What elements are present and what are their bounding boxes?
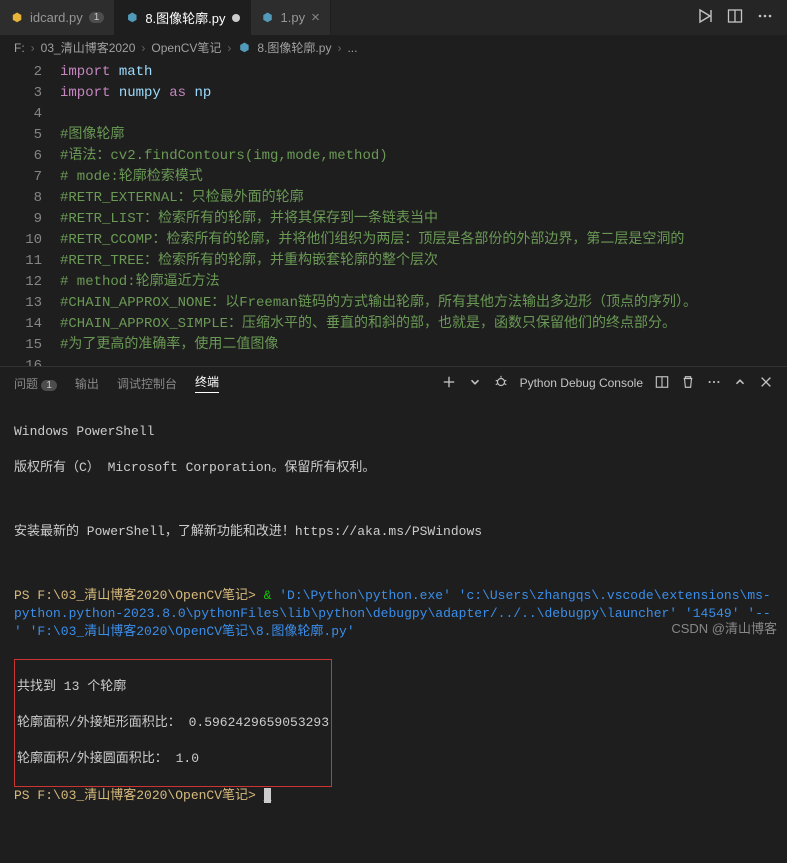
crumb[interactable]: F: — [14, 41, 25, 55]
line-number: 10 — [0, 230, 60, 251]
tab-1py[interactable]: ⬢ 1.py × — [251, 0, 331, 35]
line-number: 4 — [0, 104, 60, 125]
tab-terminal[interactable]: 终端 — [195, 373, 219, 393]
line-number: 6 — [0, 146, 60, 167]
python-file-icon: ⬢ — [237, 41, 251, 55]
tab-badge: 1 — [89, 12, 105, 23]
line-number: 11 — [0, 251, 60, 272]
tab-label: 8.图像轮廓.py — [145, 8, 225, 27]
line-number: 3 — [0, 83, 60, 104]
tab-output[interactable]: 输出 — [75, 375, 99, 392]
crumb[interactable]: 8.图像轮廓.py — [257, 39, 331, 56]
debug-icon[interactable] — [494, 375, 508, 392]
close-icon[interactable]: × — [311, 9, 320, 26]
modified-dot-icon — [232, 14, 240, 22]
tab-label: 1.py — [281, 10, 306, 25]
line-number: 13 — [0, 293, 60, 314]
editor-tabs: ⬢ idcard.py 1 ⬢ 8.图像轮廓.py ⬢ 1.py × — [0, 0, 787, 35]
more-icon[interactable] — [757, 8, 773, 27]
trash-icon[interactable] — [681, 375, 695, 392]
tab-idcard[interactable]: ⬢ idcard.py 1 — [0, 0, 115, 35]
line-number: 12 — [0, 272, 60, 293]
tab-debug-console[interactable]: 调试控制台 — [117, 375, 177, 392]
breadcrumb[interactable]: F:› 03_清山博客2020› OpenCV笔记› ⬢ 8.图像轮廓.py› … — [0, 35, 787, 60]
split-editor-icon[interactable] — [727, 8, 743, 27]
terminal-line: PS F:\03_清山博客2020\OpenCV笔记> & 'D:\Python… — [14, 587, 773, 641]
line-number: 9 — [0, 209, 60, 230]
line-number: 2 — [0, 62, 60, 83]
chevron-up-icon[interactable] — [733, 375, 747, 392]
close-panel-icon[interactable] — [759, 375, 773, 392]
more-icon[interactable] — [707, 375, 721, 392]
python-file-icon: ⬢ — [10, 11, 24, 25]
line-number: 7 — [0, 167, 60, 188]
console-label: Python Debug Console — [520, 376, 643, 390]
terminal-line: 轮廓面积/外接圆面积比： 1.0 — [17, 750, 329, 768]
tab-image-contours[interactable]: ⬢ 8.图像轮廓.py — [115, 0, 250, 35]
terminal-output[interactable]: Windows PowerShell 版权所有（C） Microsoft Cor… — [0, 399, 787, 863]
crumb[interactable]: ... — [347, 41, 357, 55]
highlighted-output: 共找到 13 个轮廓 轮廓面积/外接矩形面积比： 0.5962429659053… — [14, 659, 332, 787]
tab-label: idcard.py — [30, 10, 83, 25]
panel-tabs: 问题 1 输出 调试控制台 终端 Python Debug Console — [0, 366, 787, 399]
python-file-icon: ⬢ — [261, 11, 275, 25]
crumb[interactable]: OpenCV笔记 — [151, 39, 221, 56]
watermark: CSDN @清山博客 — [671, 618, 777, 637]
new-terminal-icon[interactable] — [442, 375, 456, 392]
code-editor[interactable]: 2import math 3import numpy as np 4 5#图像轮… — [0, 60, 787, 366]
python-file-icon: ⬢ — [125, 11, 139, 25]
tab-problems[interactable]: 问题 1 — [14, 375, 57, 392]
terminal-line: Windows PowerShell — [14, 423, 773, 441]
line-number: 8 — [0, 188, 60, 209]
line-number: 14 — [0, 314, 60, 335]
crumb[interactable]: 03_清山博客2020 — [41, 39, 136, 56]
run-icon[interactable] — [697, 8, 713, 27]
terminal-line: PS F:\03_清山博客2020\OpenCV笔记> _ — [14, 787, 773, 805]
chevron-down-icon[interactable] — [468, 375, 482, 392]
terminal-line: 共找到 13 个轮廓 — [17, 678, 329, 696]
split-panel-icon[interactable] — [655, 375, 669, 392]
line-number: 5 — [0, 125, 60, 146]
line-number: 16 — [0, 356, 60, 366]
terminal-line: 轮廓面积/外接矩形面积比： 0.5962429659053293 — [17, 714, 329, 732]
editor-actions — [697, 0, 787, 35]
terminal-line: 安装最新的 PowerShell，了解新功能和改进！https://aka.ms… — [14, 523, 773, 541]
terminal-line: 版权所有（C） Microsoft Corporation。保留所有权利。 — [14, 459, 773, 477]
line-number: 15 — [0, 335, 60, 356]
